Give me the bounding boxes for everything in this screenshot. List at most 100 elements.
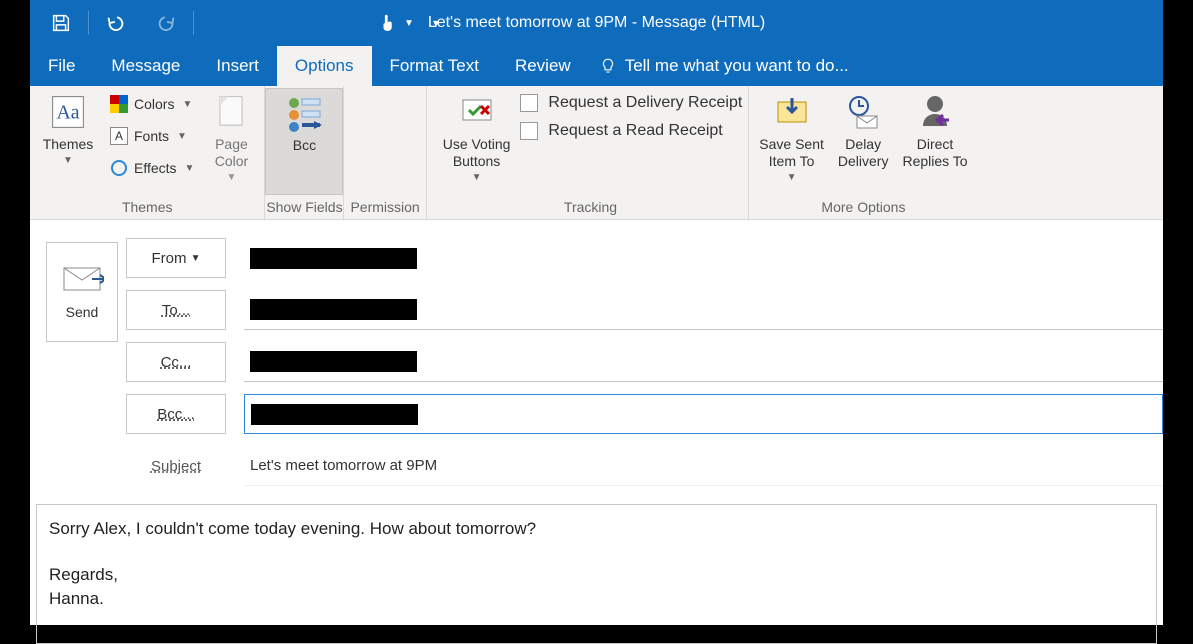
theme-effects-button[interactable]: Effects ▼ [106, 154, 198, 182]
separator [193, 11, 194, 35]
qat-spacer [196, 0, 376, 46]
delivery-receipt-label: Request a Delivery Receipt [548, 94, 742, 112]
dropdown-caret: ▼ [63, 155, 73, 166]
tab-review[interactable]: Review [497, 46, 589, 86]
theme-colors-button[interactable]: Colors ▼ [106, 90, 198, 118]
ribbon-group-more-options: Save SentItem To ▼ DelayDelivery DirectR… [749, 86, 977, 219]
ribbon-group-permission: Permission [344, 86, 426, 219]
themes-label: Themes [43, 136, 94, 153]
from-label: From [151, 250, 186, 267]
group-label-permission: Permission [350, 195, 419, 219]
send-label: Send [66, 304, 99, 320]
subject-field[interactable]: Let's meet tomorrow at 9PM [244, 446, 1163, 486]
group-label-themes: Themes [36, 195, 258, 219]
undo-icon [105, 12, 127, 34]
body-line-3: Hanna. [49, 589, 1144, 609]
direct-replies-to-button[interactable]: DirectReplies To [898, 88, 971, 172]
page-color-label: PageColor [215, 136, 248, 170]
separator [88, 11, 89, 35]
group-label-more-options: More Options [755, 195, 971, 219]
to-label: To... [162, 302, 190, 319]
read-receipt-label: Request a Read Receipt [548, 122, 722, 140]
request-read-receipt[interactable]: Request a Read Receipt [520, 122, 742, 140]
voting-label: Use VotingButtons [443, 136, 511, 170]
from-value: user0@example.com [250, 248, 417, 269]
titlebar: ▼ ▾ Let's meet tomorrow at 9PM - Message… [30, 0, 1163, 46]
colors-label: Colors [134, 96, 174, 112]
customize-qat-button[interactable]: ▾ [416, 0, 456, 46]
lightbulb-icon [599, 57, 617, 75]
touch-mouse-icon [378, 12, 400, 34]
tab-insert[interactable]: Insert [198, 46, 277, 86]
themes-button[interactable]: Aa Themes ▼ [36, 88, 100, 168]
save-sent-item-to-button[interactable]: Save SentItem To ▼ [755, 88, 828, 185]
cc-field[interactable]: user2@example.com [244, 342, 1163, 382]
effects-label: Effects [134, 160, 177, 176]
app-window: ▼ ▾ Let's meet tomorrow at 9PM - Message… [30, 0, 1163, 625]
redo-icon [155, 12, 177, 34]
compose-header: Send From ▼ user0@example.com To... user… [30, 220, 1163, 486]
dropdown-caret: ▼ [404, 18, 414, 29]
tab-options[interactable]: Options [277, 46, 372, 86]
checkbox-icon[interactable] [520, 94, 538, 112]
to-button[interactable]: To... [126, 290, 226, 330]
save-sent-label: Save SentItem To [759, 136, 824, 170]
customize-icon: ▾ [433, 16, 439, 30]
bcc-field-button[interactable]: Bcc... [126, 394, 226, 434]
ribbon: Aa Themes ▼ Colors ▼ A Fonts ▼ [30, 86, 1163, 220]
page-color-icon [209, 90, 253, 134]
tell-me-search[interactable]: Tell me what you want to do... [599, 46, 849, 86]
effects-icon [110, 159, 128, 177]
to-field[interactable]: user1@example.com [244, 290, 1163, 330]
subject-label: Subject [126, 446, 226, 486]
bcc-field[interactable]: user3@example.com [244, 394, 1163, 434]
cc-label: Cc... [161, 354, 192, 371]
delay-label: DelayDelivery [838, 136, 889, 170]
delay-delivery-icon [841, 90, 885, 134]
redo-button[interactable] [141, 0, 191, 46]
from-field[interactable]: user0@example.com [244, 238, 423, 278]
save-sent-icon [770, 90, 814, 134]
ribbon-group-themes: Aa Themes ▼ Colors ▼ A Fonts ▼ [30, 86, 265, 219]
bcc-value: user3@example.com [251, 404, 418, 425]
colors-icon [110, 95, 128, 113]
bcc-button[interactable]: Bcc [265, 88, 343, 195]
use-voting-buttons-button[interactable]: Use VotingButtons ▼ [439, 88, 515, 185]
tell-me-label: Tell me what you want to do... [625, 56, 849, 76]
save-icon [50, 12, 72, 34]
bcc-label: Bcc [293, 137, 316, 154]
body-line-1: Sorry Alex, I couldn't come today evenin… [49, 519, 1144, 539]
cc-button[interactable]: Cc... [126, 342, 226, 382]
delay-delivery-button[interactable]: DelayDelivery [834, 88, 893, 172]
body-line-2: Regards, [49, 565, 1144, 585]
cc-value: user2@example.com [250, 351, 417, 372]
bcc-label: Bcc... [157, 406, 195, 423]
bcc-icon [282, 91, 326, 135]
tab-format-text[interactable]: Format Text [372, 46, 497, 86]
direct-label: DirectReplies To [902, 136, 967, 170]
request-delivery-receipt[interactable]: Request a Delivery Receipt [520, 94, 742, 112]
themes-icon: Aa [46, 90, 90, 134]
fonts-icon: A [110, 127, 128, 145]
touch-mouse-mode-button[interactable]: ▼ [376, 0, 416, 46]
to-value: user1@example.com [250, 299, 417, 320]
group-label-show-fields: Show Fields [265, 195, 343, 219]
fonts-label: Fonts [134, 128, 169, 144]
theme-fonts-button[interactable]: A Fonts ▼ [106, 122, 198, 150]
group-label-tracking: Tracking [439, 195, 743, 219]
ribbon-tabs: File Message Insert Options Format Text … [30, 46, 1163, 86]
envelope-icon [60, 264, 104, 294]
page-color-button[interactable]: PageColor ▼ [204, 88, 258, 185]
save-button[interactable] [36, 0, 86, 46]
from-button[interactable]: From ▼ [126, 238, 226, 278]
undo-button[interactable] [91, 0, 141, 46]
message-body[interactable]: Sorry Alex, I couldn't come today evenin… [36, 504, 1157, 644]
quick-access-toolbar: ▼ ▾ [30, 0, 456, 46]
voting-icon [455, 90, 499, 134]
tab-message[interactable]: Message [93, 46, 198, 86]
ribbon-group-show-fields: Bcc Show Fields [265, 86, 344, 219]
send-button[interactable]: Send [46, 242, 118, 342]
tab-file[interactable]: File [30, 46, 93, 86]
direct-replies-icon [913, 90, 957, 134]
checkbox-icon[interactable] [520, 122, 538, 140]
